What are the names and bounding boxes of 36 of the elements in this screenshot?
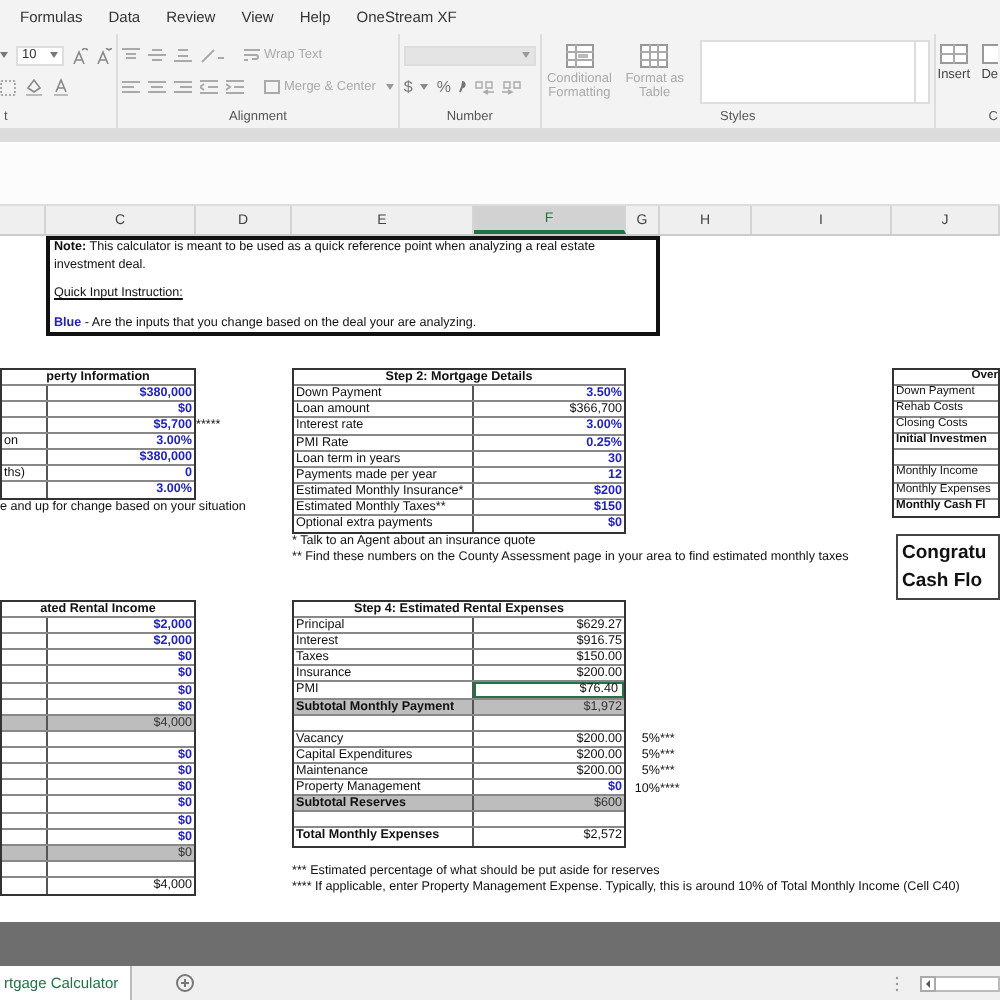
align-center-icon[interactable] [148, 80, 166, 95]
styles-gallery[interactable] [700, 39, 930, 104]
align-left-icon[interactable] [122, 80, 140, 95]
cash-flow-message: Congratu Cash Flo [896, 533, 1000, 600]
increase-decimal-icon[interactable] [474, 79, 495, 96]
caret-icon[interactable] [521, 52, 530, 59]
number-format-dropdown[interactable] [403, 45, 536, 66]
currency-button[interactable]: $ [403, 78, 413, 97]
scroll-left-icon[interactable] [920, 975, 936, 992]
merge-cells-icon[interactable] [264, 80, 280, 95]
add-sheet-icon[interactable] [176, 974, 195, 993]
decrease-indent-icon[interactable] [200, 80, 218, 95]
decrease-decimal-icon[interactable] [502, 79, 523, 96]
align-right-icon[interactable] [174, 80, 192, 95]
table-grid-icon[interactable] [640, 43, 669, 68]
orientation-icon[interactable] [200, 47, 224, 64]
conditional-formatting-icon[interactable] [565, 43, 594, 68]
insert-cells-icon[interactable] [939, 43, 968, 64]
increase-indent-icon[interactable] [226, 80, 244, 95]
delete-cells-icon[interactable] [981, 43, 998, 64]
fill-color-icon[interactable] [24, 78, 44, 97]
caret-icon[interactable] [50, 52, 58, 59]
horizontal-scrollbar[interactable] [936, 975, 1000, 992]
align-bottom-icon[interactable] [174, 48, 192, 63]
caret-icon[interactable] [385, 84, 394, 91]
align-top-icon[interactable] [122, 48, 140, 63]
wrap-text-icon[interactable] [244, 48, 260, 63]
decrease-font-icon[interactable] [96, 47, 112, 64]
increase-font-icon[interactable] [72, 47, 88, 64]
align-middle-icon[interactable] [148, 48, 166, 63]
comma-style-icon[interactable] [458, 80, 467, 95]
borders-icon[interactable] [0, 79, 16, 96]
caret-icon[interactable] [0, 52, 8, 59]
font-color-icon[interactable] [52, 78, 70, 97]
caret-icon[interactable] [420, 84, 429, 91]
percent-button[interactable]: % [436, 78, 451, 97]
